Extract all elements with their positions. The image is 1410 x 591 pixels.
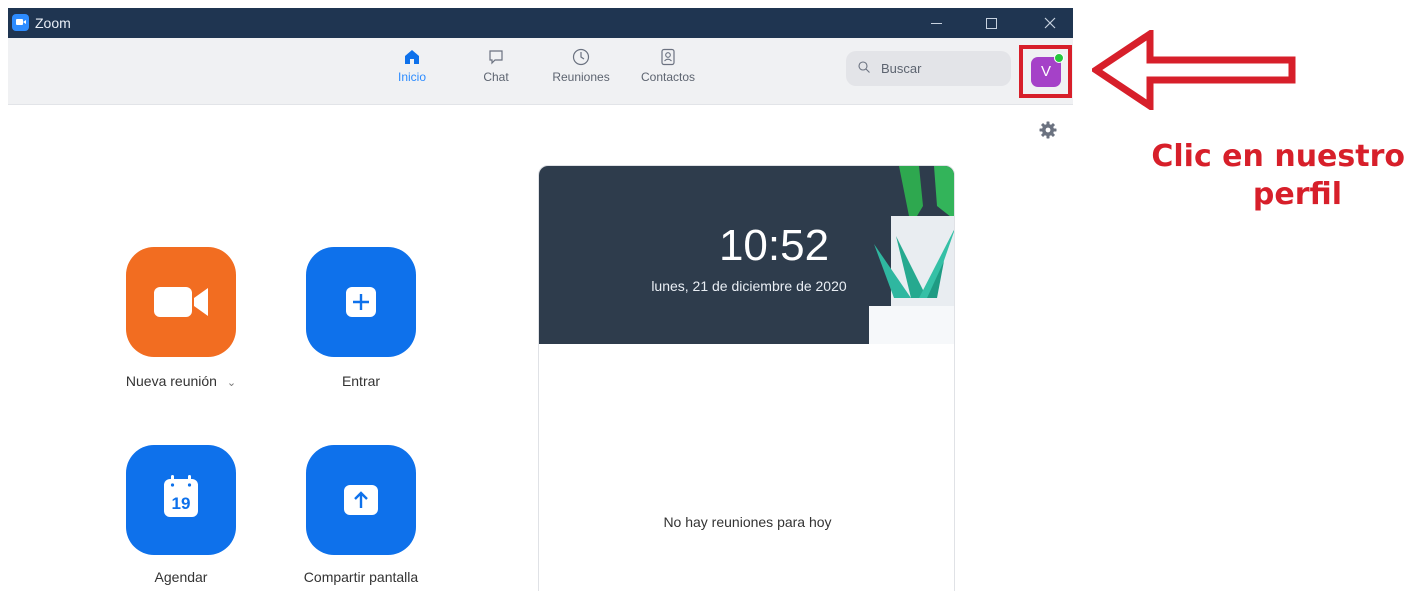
tab-chat-label: Chat [483,70,509,84]
tab-contactos[interactable]: Contactos [633,48,703,84]
plus-icon [346,287,376,317]
tab-reuniones[interactable]: Reuniones [546,48,616,84]
schedule-label: Agendar [154,569,208,585]
annotation-text: Clic en nuestro perfil [1085,138,1405,214]
title-bar: Zoom [8,8,1073,38]
schedule-button[interactable]: 19 [126,445,236,555]
tab-chat[interactable]: Chat [461,48,531,84]
close-button[interactable] [1027,8,1073,38]
calendar-day: 19 [171,494,191,513]
annotation-line1: Clic en nuestro [1151,139,1405,174]
clock-icon [572,48,590,66]
no-meetings-message: No hay reuniones para hoy [663,514,832,530]
share-screen-button[interactable] [306,445,416,555]
search-placeholder: Buscar [881,61,922,76]
new-meeting-button[interactable] [126,247,236,357]
meetings-panel: 10:52 lunes, 21 de diciembre de 2020 No … [538,165,955,591]
maximize-button[interactable] [968,8,1014,38]
tab-contactos-label: Contactos [640,70,696,84]
video-camera-icon [154,287,208,317]
share-screen-label: Compartir pantalla [303,569,419,585]
new-meeting-label: Nueva reunión ⌄ [101,373,261,389]
minimize-icon [930,22,942,24]
close-icon [1044,17,1056,29]
chat-icon [487,48,505,66]
share-arrow-up-icon [344,485,378,515]
join-label: Entrar [341,373,381,389]
clock-header: 10:52 lunes, 21 de diciembre de 2020 [539,166,954,344]
online-status-dot [1054,53,1064,63]
annotation-line2: perfil [1252,177,1343,212]
clock-date: lunes, 21 de diciembre de 2020 [651,278,847,294]
zoom-logo-icon [12,14,29,31]
profile-highlight-box: V [1019,45,1072,98]
tab-inicio[interactable]: Inicio [377,48,447,84]
tab-inicio-label: Inicio [397,70,426,84]
window-title: Zoom [35,15,71,31]
new-meeting-text: Nueva reunión [125,373,217,389]
annotation-arrow-icon [1092,30,1296,110]
search-icon [858,61,870,73]
zoom-window: Zoom Inicio Chat Reuniones Contactos Bus… [8,8,1073,591]
minimize-button[interactable] [913,8,959,38]
contacts-icon [659,48,677,66]
search-input[interactable]: Buscar [846,51,1011,86]
join-button[interactable] [306,247,416,357]
chevron-down-icon[interactable]: ⌄ [227,377,236,389]
top-nav: Inicio Chat Reuniones Contactos Buscar V [8,38,1073,105]
tab-reuniones-label: Reuniones [552,70,610,84]
clock-time: 10:52 [718,221,830,270]
home-icon [403,48,421,66]
maximize-icon [985,17,997,29]
settings-gear-icon[interactable] [1039,121,1057,139]
